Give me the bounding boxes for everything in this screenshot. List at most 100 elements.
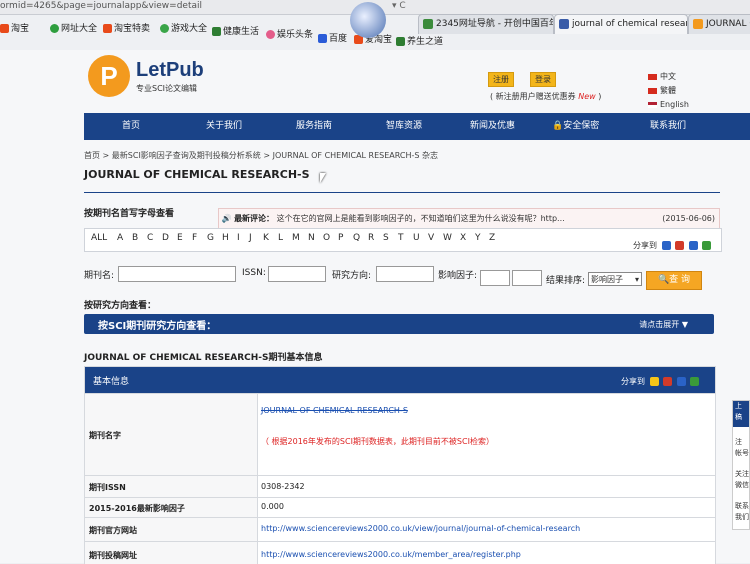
weibo-icon[interactable] bbox=[663, 377, 673, 386]
floating-side-panel[interactable]: 上 稿 注 帐号 关注 微信 联系 我们 bbox=[732, 400, 750, 530]
nav-contact[interactable]: 联系我们 bbox=[650, 113, 686, 140]
letter-z[interactable]: Z bbox=[489, 233, 495, 243]
sort-select[interactable]: 影响因子 ▾ bbox=[588, 272, 642, 286]
bookmark-baidu[interactable]: 百度 bbox=[318, 31, 347, 44]
letter-h[interactable]: H bbox=[222, 233, 229, 243]
chevron-down-icon: ▾ bbox=[634, 275, 639, 284]
china-flag-icon bbox=[648, 73, 657, 80]
direction-heading: 按研究方向查看： bbox=[84, 301, 157, 311]
weibo-icon[interactable] bbox=[675, 241, 685, 250]
letter-t[interactable]: T bbox=[398, 233, 404, 243]
sci-status-note: （ 根据2016年发布的SCI期刊数据表，此期刊目前不被SCI检索） bbox=[261, 437, 494, 446]
qzone-icon[interactable] bbox=[649, 377, 659, 386]
promo-note: ( 新注册用户赠送优惠券 New ) bbox=[490, 92, 602, 101]
nav-resources[interactable]: 智库资源 bbox=[386, 113, 422, 140]
letter-u[interactable]: U bbox=[413, 233, 420, 243]
letter-f[interactable]: F bbox=[192, 233, 197, 243]
latest-comment-notice[interactable]: 🔊 最新评论： 这个在它的官网上是能看到影响因子的，不知道咱们这里为什么说没有呢… bbox=[218, 208, 720, 230]
nav-security[interactable]: 🔒安全保密 bbox=[552, 113, 599, 140]
bookmark-ent[interactable]: 娱乐头条 bbox=[266, 27, 313, 40]
impact-factor-min-input[interactable] bbox=[480, 270, 510, 286]
row-label: 2015-2016最新影响因子 bbox=[89, 504, 185, 513]
issn-input[interactable] bbox=[268, 266, 326, 282]
letter-b[interactable]: B bbox=[132, 233, 138, 243]
journal-name-input[interactable] bbox=[118, 266, 236, 282]
row-label: 期刊官方网站 bbox=[89, 526, 137, 535]
sort-label: 结果排序: bbox=[546, 276, 586, 286]
gamepad-icon bbox=[160, 24, 169, 33]
bookmark-games[interactable]: 游戏大全 bbox=[160, 21, 207, 34]
qzone-icon[interactable] bbox=[661, 241, 671, 250]
letter-m[interactable]: M bbox=[292, 233, 300, 243]
notice-text[interactable]: 这个在它的官网上是能看到影响因子的，不知道咱们这里为什么说没有呢？http... bbox=[277, 214, 565, 223]
journal-name-label: 期刊名: bbox=[84, 271, 115, 281]
letter-g[interactable]: G bbox=[207, 233, 214, 243]
letter-y[interactable]: Y bbox=[475, 233, 481, 243]
tab-journal[interactable]: JOURNAL OF bbox=[688, 14, 750, 34]
renren-icon[interactable] bbox=[676, 377, 686, 386]
letter-j[interactable]: J bbox=[249, 233, 252, 243]
login-button[interactable]: 登录 bbox=[530, 72, 556, 87]
nav-news[interactable]: 新闻及优惠 bbox=[470, 113, 515, 140]
impact-factor-label: 影响因子: bbox=[438, 271, 478, 281]
globe-icon bbox=[50, 24, 59, 33]
letter-i[interactable]: I bbox=[237, 233, 240, 243]
more-share-icon[interactable] bbox=[702, 241, 712, 250]
letter-e[interactable]: E bbox=[177, 233, 183, 243]
direction-expand-bar[interactable]: 按SCI期刊研究方向查看： 请点击展开 ▼ bbox=[84, 314, 714, 334]
bookmark-health[interactable]: 健康生活 bbox=[212, 24, 259, 37]
letter-l[interactable]: L bbox=[278, 233, 283, 243]
letter-n[interactable]: N bbox=[308, 233, 315, 243]
letter-c[interactable]: C bbox=[147, 233, 153, 243]
logo-subtitle: 专业SCI论文编辑 bbox=[136, 84, 198, 93]
submission-site-link[interactable]: http://www.sciencereviews2000.co.uk/memb… bbox=[261, 550, 521, 559]
alphabet-filter: ALL A B C D E F G H I J K L M N O P Q R … bbox=[84, 228, 722, 252]
more-share-icon[interactable] bbox=[690, 377, 700, 386]
bookmark-taobao[interactable]: 淘宝 bbox=[0, 21, 29, 34]
search-button[interactable]: 🔍查 询 bbox=[646, 271, 702, 290]
journal-info-table: 基本信息 分享到 期刊名字 JOURNAL OF CHEMICAL RESEAR… bbox=[84, 366, 716, 564]
letter-r[interactable]: R bbox=[368, 233, 374, 243]
nav-home[interactable]: 首页 bbox=[122, 113, 140, 140]
share-bar: 分享到 bbox=[633, 240, 712, 251]
letter-d[interactable]: D bbox=[162, 233, 169, 243]
letter-w[interactable]: W bbox=[443, 233, 452, 243]
register-button[interactable]: 注册 bbox=[488, 72, 514, 87]
impact-factor-value: 0.000 bbox=[261, 502, 284, 511]
lang-traditional[interactable]: 繁體 bbox=[648, 84, 689, 98]
letter-all[interactable]: ALL bbox=[91, 233, 107, 243]
lang-english[interactable]: English bbox=[648, 98, 689, 112]
nav-services[interactable]: 服务指南 bbox=[296, 113, 332, 140]
taobao-icon bbox=[103, 24, 112, 33]
letter-k[interactable]: K bbox=[263, 233, 269, 243]
letter-p[interactable]: P bbox=[338, 233, 343, 243]
issn-label: ISSN: bbox=[242, 268, 266, 278]
expand-toggle[interactable]: 请点击展开 ▼ bbox=[639, 319, 688, 330]
china-flag-icon bbox=[648, 87, 657, 94]
direction-input[interactable] bbox=[376, 266, 434, 282]
letter-o[interactable]: O bbox=[323, 233, 330, 243]
letter-x[interactable]: X bbox=[460, 233, 466, 243]
letter-v[interactable]: V bbox=[428, 233, 434, 243]
breadcrumb[interactable]: 首页 > 最新SCI影响因子查询及期刊投稿分析系统 > JOURNAL OF C… bbox=[84, 150, 438, 161]
table-row: 期刊ISSN 0308-2342 bbox=[85, 475, 715, 498]
bookmark-wangzhi[interactable]: 网址大全 bbox=[50, 21, 97, 34]
journal-name-value[interactable]: JOURNAL OF CHEMICAL RESEARCH-S bbox=[261, 406, 408, 415]
browse-heading: 按期刊名首写字母查看 bbox=[84, 209, 175, 219]
bookmark-yangsheng[interactable]: 养生之道 bbox=[396, 34, 443, 47]
nav-about[interactable]: 关于我们 bbox=[206, 113, 242, 140]
download-icon bbox=[396, 37, 405, 46]
url-text[interactable]: ormid=4265&page=journalapp&view=detail bbox=[0, 1, 202, 11]
language-switcher: 中文 繁體 English bbox=[648, 70, 689, 112]
reload-icon[interactable]: ▾ C bbox=[392, 1, 406, 11]
letter-a[interactable]: A bbox=[117, 233, 123, 243]
renren-icon[interactable] bbox=[688, 241, 698, 250]
lang-chinese[interactable]: 中文 bbox=[648, 70, 689, 84]
letter-s[interactable]: S bbox=[383, 233, 389, 243]
letter-q[interactable]: Q bbox=[353, 233, 360, 243]
tab-letpub[interactable]: journal of chemical research... bbox=[554, 14, 688, 34]
official-site-link[interactable]: http://www.sciencereviews2000.co.uk/view… bbox=[261, 524, 580, 533]
bookmark-temai[interactable]: 淘宝特卖 bbox=[103, 21, 150, 34]
impact-factor-max-input[interactable] bbox=[512, 270, 542, 286]
main-nav: 首页 关于我们 服务指南 智库资源 新闻及优惠 🔒安全保密 联系我们 bbox=[84, 113, 750, 140]
